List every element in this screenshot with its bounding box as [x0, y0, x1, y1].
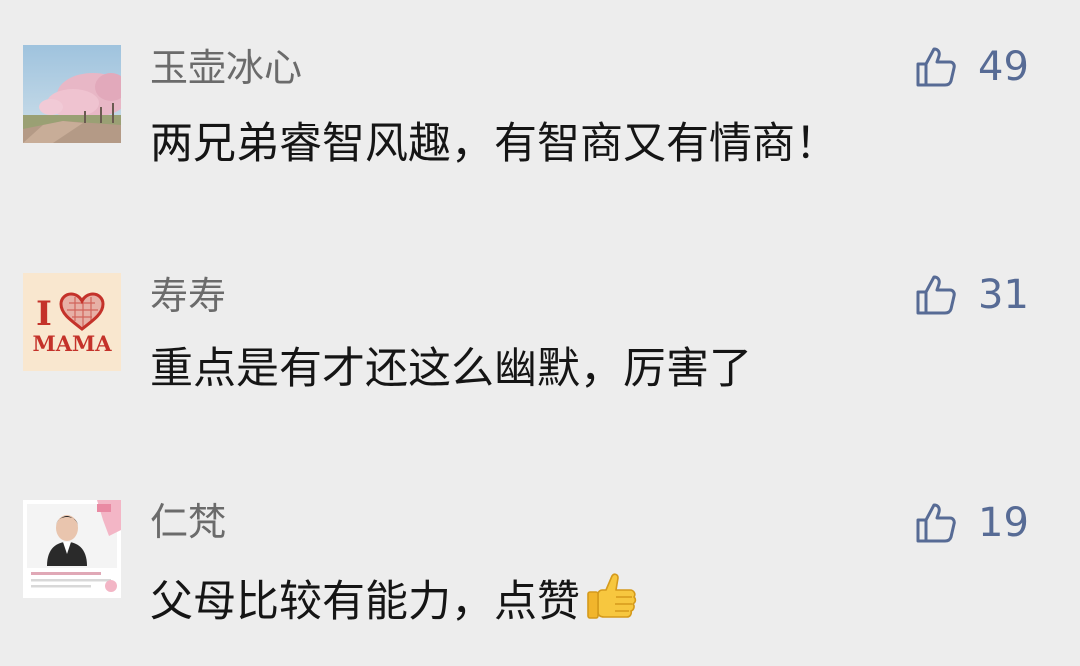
like-button[interactable]: 31 — [912, 268, 1029, 322]
comment-item: 仁梵 父母比较有能力，点赞 19 — [0, 0, 1080, 627]
i-love-mama-logo-icon: I MAMA — [23, 273, 121, 371]
avatar-logo-i: I — [36, 294, 52, 334]
like-count: 31 — [978, 272, 1029, 318]
like-count: 19 — [978, 500, 1029, 546]
comment-author[interactable]: 寿寿 — [150, 272, 226, 320]
avatar[interactable] — [23, 500, 121, 598]
thumbs-up-icon — [912, 499, 960, 547]
woman-portrait-card-icon — [23, 500, 121, 598]
comment-text-content: 父母比较有能力，点赞 — [150, 577, 580, 627]
thumbs-up-icon — [912, 271, 960, 319]
avatar[interactable]: I MAMA — [23, 273, 121, 371]
like-button[interactable]: 19 — [912, 496, 1029, 550]
comment-author[interactable]: 仁梵 — [150, 498, 226, 546]
comment-list: 玉壶冰心 两兄弟睿智风趣，有智商又有情商！ 49 I MAMA 寿寿 重点是有才… — [0, 0, 1080, 666]
thumbs-up-emoji-icon — [584, 570, 638, 624]
avatar-logo-mama: MAMA — [32, 331, 112, 356]
comment-text: 父母比较有能力，点赞 — [150, 570, 638, 629]
comment-text: 重点是有才还这么幽默，厉害了 — [150, 344, 752, 394]
